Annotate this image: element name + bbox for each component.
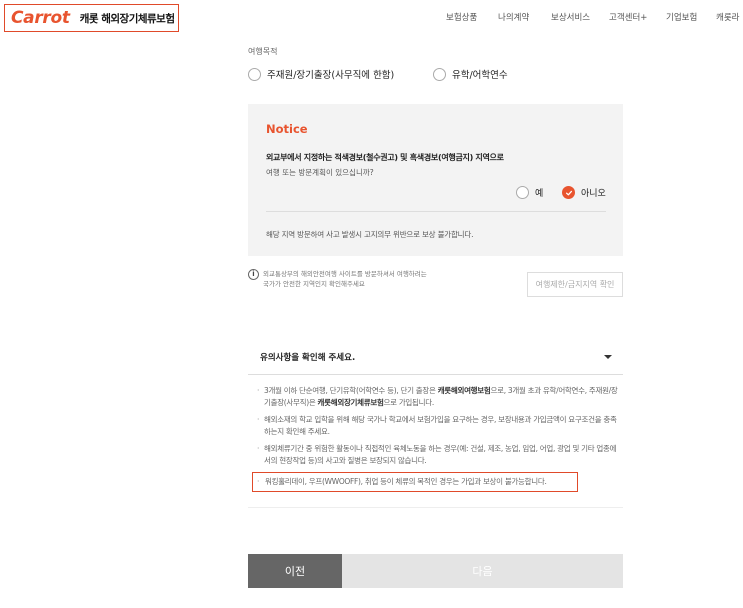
- notice-divider: [266, 211, 606, 212]
- nav-claims[interactable]: 보상서비스: [551, 11, 590, 23]
- notice-question: 외교부에서 지정하는 적색경보(철수권고) 및 흑색경보(여행금지) 지역으로: [266, 153, 504, 162]
- answer-no-label: 아니오: [581, 189, 606, 199]
- info-text-line1: 외교통상부의 해외안전여행 사이트를 방문하셔서 여행하려는: [263, 270, 427, 278]
- notice-warning: 해당 지역 방문하여 사고 발생시 고지의무 위반으로 보상 불가합니다.: [266, 230, 474, 239]
- notice-box: Notice 외교부에서 지정하는 적색경보(철수권고) 및 흑색경보(여행금지…: [248, 104, 623, 256]
- cautions-divider: [248, 374, 623, 375]
- prev-button[interactable]: 이전: [248, 554, 342, 588]
- nav-carrot-more[interactable]: 캐롯라: [716, 11, 739, 23]
- nav-corporate[interactable]: 기업보험: [666, 11, 697, 23]
- caution-item-2: 해외소재의 학교 입학을 위해 해당 국가나 학교에서 보험가입을 요구하는 경…: [256, 414, 618, 438]
- section-divider: [248, 507, 623, 508]
- notice-title: Notice: [266, 122, 308, 136]
- cautions-heading: 유의사항을 확인해 주세요.: [260, 353, 356, 363]
- checkmark-icon[interactable]: [562, 186, 575, 199]
- nav-my-contracts[interactable]: 나의계약: [498, 11, 529, 23]
- nav-customer-center[interactable]: 고객센터+: [609, 11, 647, 23]
- radio-circle[interactable]: [516, 186, 529, 199]
- chevron-down-icon[interactable]: [604, 355, 612, 359]
- answer-yes[interactable]: 예: [516, 186, 543, 199]
- purpose-option-study[interactable]: 유학/어학연수: [433, 67, 508, 81]
- purpose-option-expat[interactable]: 주재원/장기출장(사무직에 한함): [248, 67, 394, 81]
- caution-item-1: 3개월 이하 단순여행, 단기유학(어학연수 등), 단기 출장은 캐롯해외여행…: [256, 385, 618, 409]
- answer-yes-label: 예: [535, 189, 544, 199]
- radio-circle[interactable]: [433, 67, 446, 81]
- info-text-line2: 국가가 안전한 지역인지 확인해주세요: [263, 280, 365, 288]
- cautions-list: 3개월 이하 단순여행, 단기유학(어학연수 등), 단기 출장은 캐롯해외여행…: [252, 385, 618, 497]
- radio-circle[interactable]: [248, 67, 261, 81]
- info-text: 외교통상부의 해외안전여행 사이트를 방문하셔서 여행하려는 국가가 안전한 지…: [263, 269, 427, 289]
- caution-item-4-highlighted: 워킹홀리데이, 우프(WWOOFF), 취업 등이 체류의 목적인 경우는 가입…: [252, 472, 578, 492]
- info-row: i 외교통상부의 해외안전여행 사이트를 방문하셔서 여행하려는 국가가 안전한…: [248, 269, 427, 289]
- notice-sub-question: 여행 또는 방문계획이 있으십니까?: [266, 168, 374, 177]
- purpose-option-label: 주재원/장기출장(사무직에 한함): [267, 70, 395, 81]
- caution-item-3: 해외체류기간 중 위험한 활동이나 직접적인 육체노동을 하는 경우(예: 건설…: [256, 443, 618, 467]
- top-nav: 보험상품 나의계약 보상서비스 고객센터+ 기업보험 캐롯라: [0, 11, 743, 25]
- travel-purpose-label: 여행목적: [248, 47, 278, 56]
- next-button[interactable]: 다음: [342, 554, 623, 588]
- nav-products[interactable]: 보험상품: [446, 11, 477, 23]
- info-icon: i: [248, 269, 259, 280]
- header: Carrot 캐롯 해외장기체류보험 보험상품 나의계약 보상서비스 고객센터+…: [0, 0, 743, 34]
- restricted-area-check-button[interactable]: 여행제한/금지지역 확인: [527, 272, 623, 297]
- answer-no[interactable]: 아니오: [562, 186, 606, 199]
- purpose-option-label: 유학/어학연수: [452, 70, 508, 81]
